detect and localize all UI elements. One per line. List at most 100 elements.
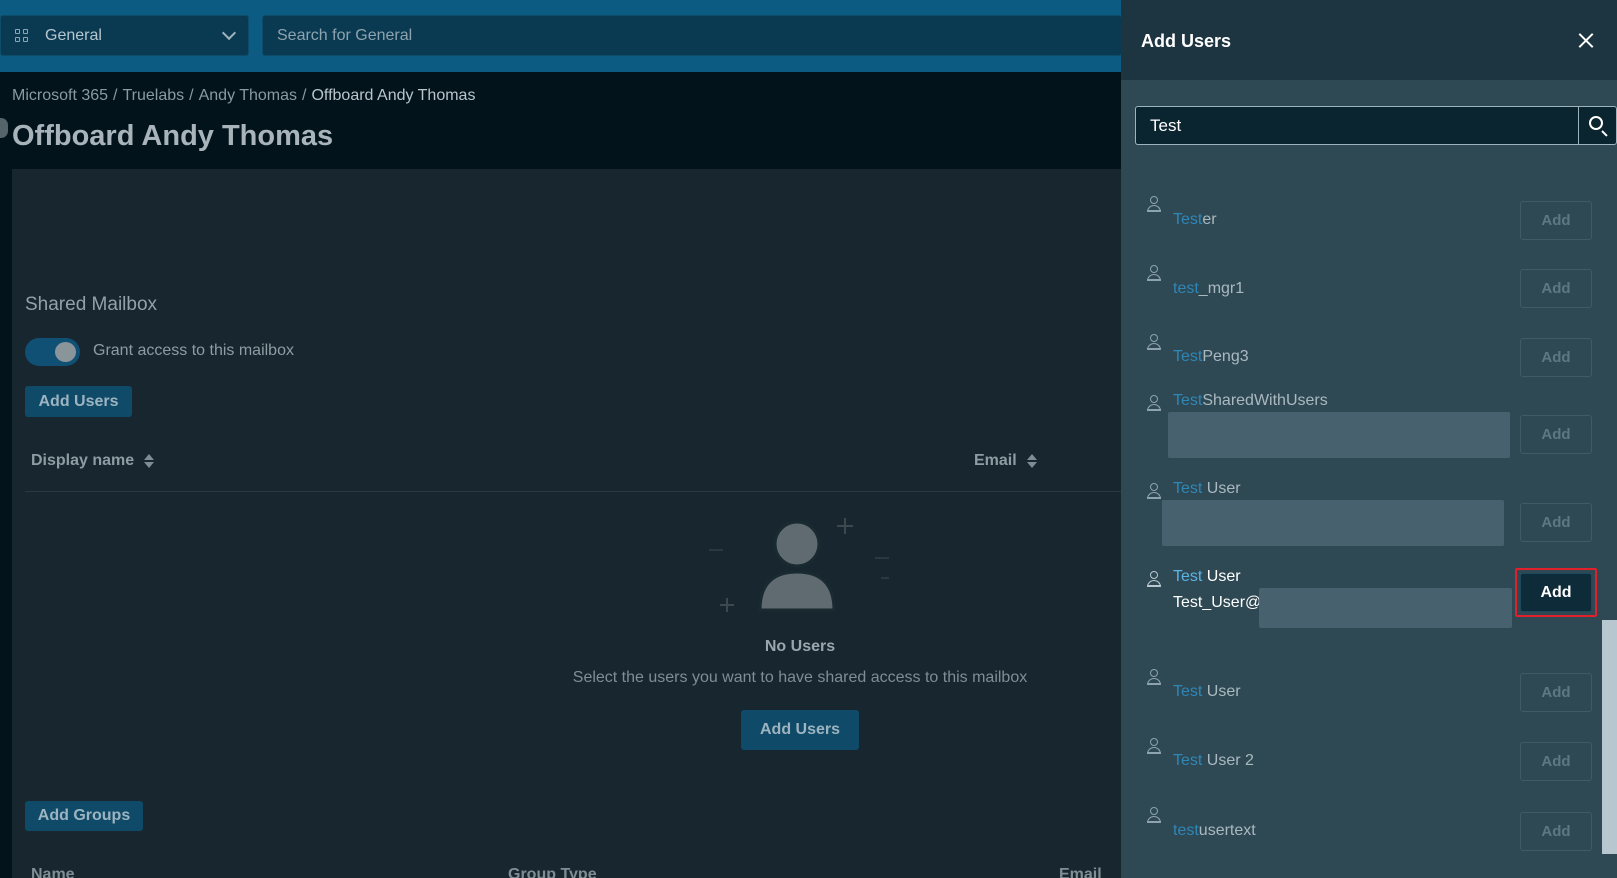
user-name: Tester [1173, 211, 1217, 229]
name-rest: Peng3 [1202, 348, 1249, 365]
results-scrollbar[interactable] [1602, 168, 1617, 854]
add-users-panel: Add Users Tester Add test_mgr1 Add TestP… [1121, 0, 1617, 878]
name-rest: User [1202, 480, 1241, 497]
name-rest: User 2 [1202, 752, 1254, 769]
person-icon [1147, 669, 1161, 685]
search-icon-handle [1601, 130, 1608, 137]
list-item: Test User Add [1121, 480, 1601, 560]
breadcrumb: Microsoft 365/Truelabs / Andy Thomas / Offbo… [12, 87, 475, 105]
grant-access-toggle[interactable] [25, 338, 80, 366]
name-rest: er [1202, 211, 1217, 228]
column-header-group-email[interactable]: Email [1059, 866, 1102, 878]
scrollbar-thumb[interactable] [1602, 620, 1617, 854]
add-user-button[interactable]: Add [1520, 415, 1592, 454]
list-item: Test User Add [1121, 660, 1601, 720]
close-icon[interactable] [1573, 28, 1599, 54]
list-item: Tester Add [1121, 188, 1601, 248]
search-icon [1589, 116, 1603, 130]
content-card [12, 169, 1122, 878]
user-illustration-body [758, 570, 836, 612]
panel-title: Add Users [1141, 31, 1232, 51]
redacted-email [1168, 412, 1510, 458]
empty-user-illustration [709, 518, 889, 612]
search-button[interactable] [1578, 106, 1617, 145]
sort-icon [1026, 453, 1037, 469]
column-header-display-name[interactable]: Display name [31, 452, 155, 470]
breadcrumb-separator: / [113, 87, 118, 104]
person-icon [1147, 483, 1161, 499]
sparkle-icon [720, 598, 734, 612]
person-icon [1147, 395, 1161, 411]
panel-header: Add Users [1121, 0, 1617, 80]
breadcrumb-separator: / [302, 87, 307, 104]
add-user-button[interactable]: Add [1520, 673, 1592, 712]
side-handle[interactable] [0, 118, 8, 138]
list-item: Test User Test_User@ Add [1121, 568, 1601, 648]
user-name: Test User [1173, 568, 1241, 586]
column-label: Display name [31, 452, 135, 469]
toggle-knob [55, 342, 76, 362]
workspace-dropdown[interactable]: General [0, 15, 249, 56]
add-user-button[interactable]: Add [1520, 201, 1592, 240]
name-rest: SharedWithUsers [1202, 392, 1328, 409]
user-name: Test User 2 [1173, 752, 1254, 770]
name-rest: User [1202, 683, 1241, 700]
user-name: testusertext [1173, 822, 1256, 840]
match-text: Test [1173, 348, 1203, 365]
grid-icon [15, 28, 29, 43]
list-item: TestSharedWithUsers Add [1121, 392, 1601, 472]
person-icon [1147, 196, 1161, 212]
name-rest: _mgr1 [1198, 280, 1245, 297]
add-user-button[interactable]: Add [1520, 742, 1592, 781]
table-divider [25, 491, 1122, 492]
add-user-button[interactable]: Add [1520, 573, 1592, 612]
empty-add-users-button[interactable]: Add Users [741, 710, 859, 750]
match-text: Test [1173, 480, 1203, 497]
user-name: TestSharedWithUsers [1173, 392, 1328, 410]
column-header-group-type[interactable]: Group Type [508, 866, 597, 878]
grant-access-label: Grant access to this mailbox [93, 342, 294, 359]
list-item: Test User 2 Add [1121, 729, 1601, 789]
match-text: test [1173, 280, 1199, 297]
breadcrumb-item[interactable]: Andy Thomas [199, 87, 297, 104]
page-title: Offboard Andy Thomas [12, 120, 334, 152]
match-text: Test [1173, 211, 1203, 228]
column-header-email[interactable]: Email [974, 452, 1037, 470]
column-header-name[interactable]: Name [31, 866, 75, 878]
user-results-list: Tester Add test_mgr1 Add TestPeng3 Add T… [1121, 168, 1601, 878]
chevron-down-icon [221, 25, 237, 41]
workspace-label: General [45, 26, 102, 44]
breadcrumb-item[interactable]: Truelabs [123, 87, 185, 104]
name-rest: User [1202, 568, 1241, 585]
add-user-button[interactable]: Add [1520, 338, 1592, 377]
user-name: Test User [1173, 480, 1241, 498]
user-name: test_mgr1 [1173, 280, 1244, 298]
person-icon [1147, 807, 1161, 823]
add-user-button[interactable]: Add [1520, 812, 1592, 851]
user-illustration-head [773, 520, 821, 568]
user-email: Test_User@ [1173, 594, 1262, 611]
add-users-button[interactable]: Add Users [25, 386, 132, 417]
redacted-email [1162, 500, 1504, 546]
breadcrumb-item[interactable]: Microsoft 365 [12, 87, 108, 104]
section-title: Shared Mailbox [25, 294, 158, 315]
list-item: TestPeng3 Add [1121, 326, 1601, 386]
breadcrumb-current: Offboard Andy Thomas [311, 87, 476, 104]
person-icon [1147, 571, 1161, 587]
match-text: Test [1173, 392, 1203, 409]
match-text: Test [1173, 683, 1203, 700]
add-user-button[interactable]: Add [1520, 503, 1592, 542]
add-user-button[interactable]: Add [1520, 269, 1592, 308]
global-search-input[interactable]: Search for General [262, 15, 1122, 56]
match-text: test [1173, 822, 1199, 839]
add-groups-button[interactable]: Add Groups [25, 801, 143, 831]
column-label: Email [974, 452, 1017, 469]
breadcrumb-separator: / [189, 87, 194, 104]
match-text: Test [1173, 752, 1203, 769]
person-icon [1147, 265, 1161, 281]
user-search-input[interactable] [1135, 106, 1578, 145]
person-icon [1147, 738, 1161, 754]
person-icon [1147, 334, 1161, 350]
list-item: test_mgr1 Add [1121, 257, 1601, 317]
name-rest: usertext [1198, 822, 1256, 839]
